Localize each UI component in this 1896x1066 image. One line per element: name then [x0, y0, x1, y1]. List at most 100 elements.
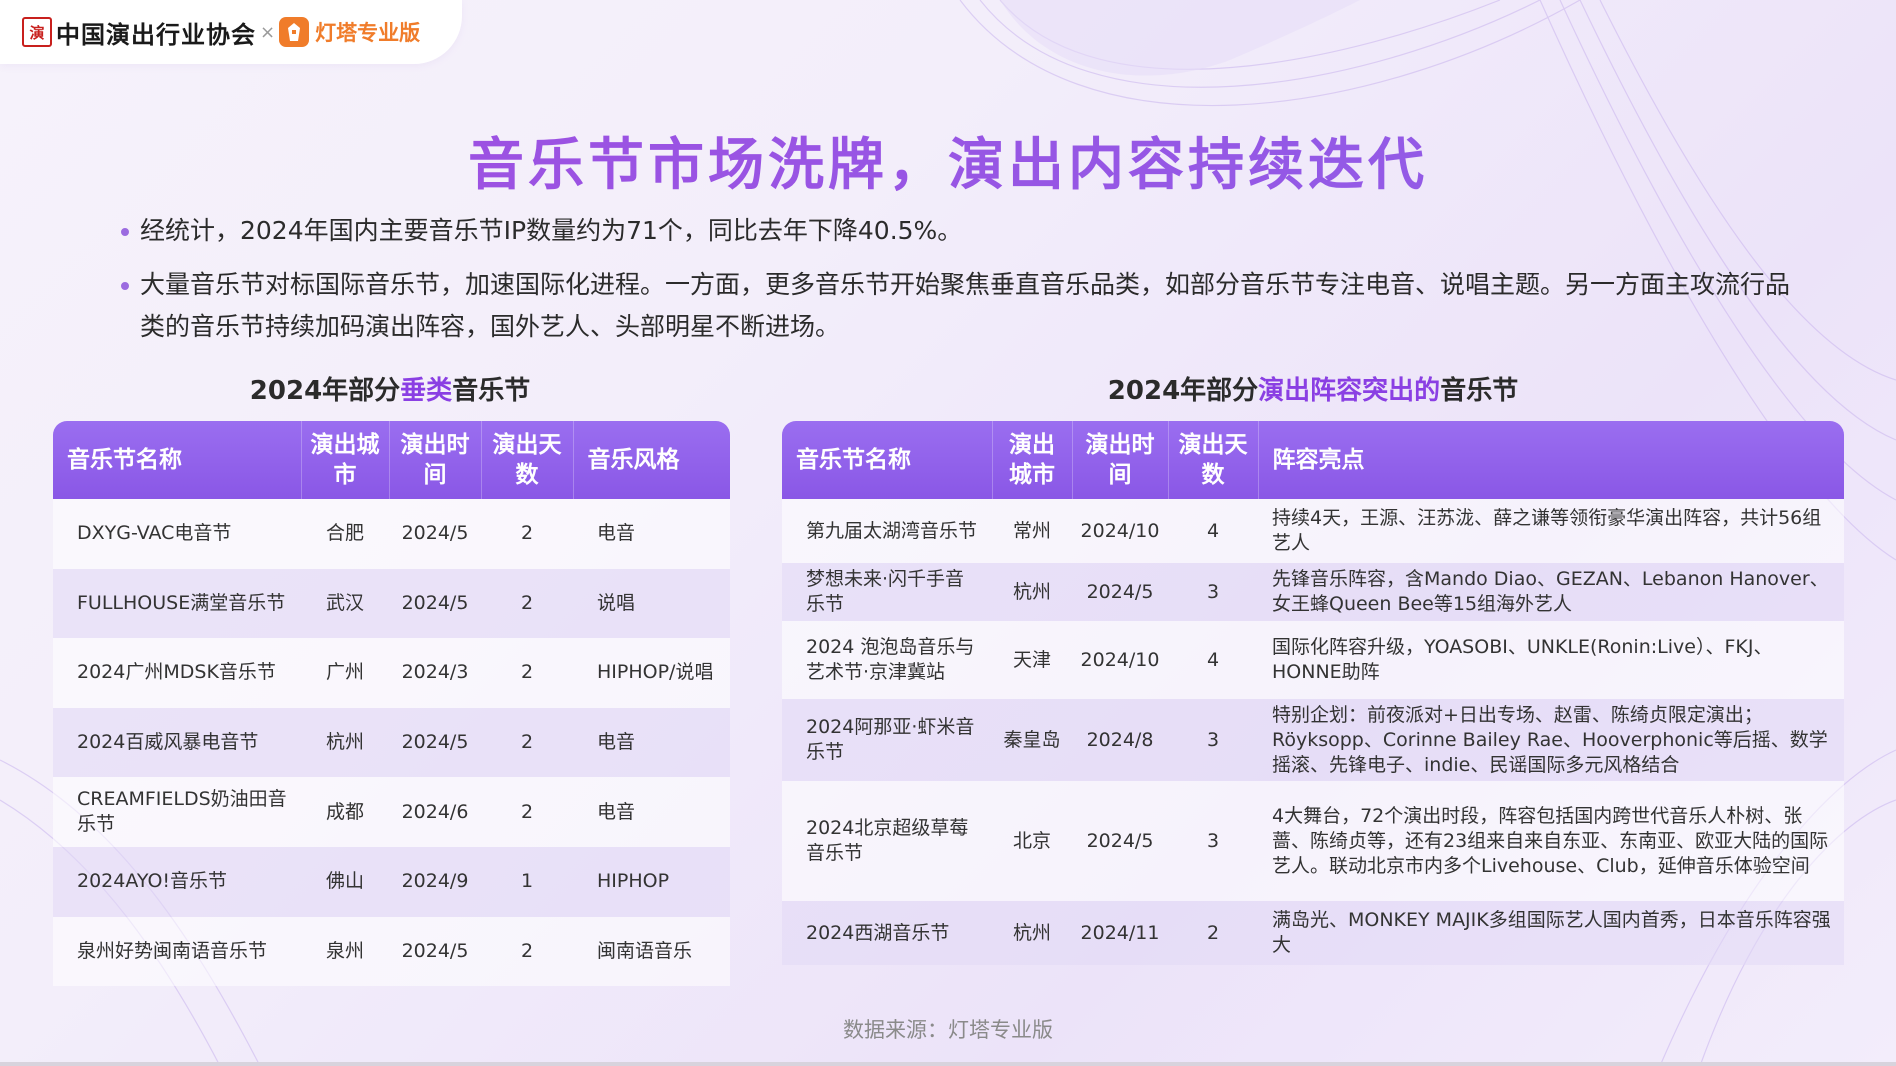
data-source-note: 数据来源：灯塔专业版 — [843, 1018, 1053, 1042]
cell-date: 2024/8 — [1072, 699, 1168, 781]
left-table-subtitle: 2024年部分垂类音乐节 — [249, 376, 531, 406]
subtitle-highlight: 演出阵容突出的 — [1258, 376, 1441, 406]
cell-city: 泉州 — [301, 916, 389, 987]
cell-date: 2024/5 — [1072, 781, 1168, 901]
cell-detail: HIPHOP — [573, 846, 730, 917]
cell-date: 2024/10 — [1072, 621, 1168, 699]
table-row: 2024AYO!音乐节 佛山 2024/9 1 HIPHOP — [53, 846, 730, 917]
cell-city: 秦皇岛 — [992, 699, 1072, 781]
table-row: 2024北京超级草莓音乐节 北京 2024/5 3 4大舞台，72个演出时段，阵容包括国… — [782, 781, 1844, 901]
cell-date: 2024/10 — [1072, 499, 1168, 563]
table-row: 2024阿那亚·虾米音乐节 秦皇岛 2024/8 3 特别企划：前夜派对+日出专场、赵雷… — [782, 699, 1844, 781]
cell-detail: 电音 — [573, 707, 730, 778]
table-row: 2024 泡泡岛音乐与艺术节·京津冀站 天津 2024/10 4 国际化阵容升级，YOA… — [782, 621, 1844, 699]
header-genre: 音乐风格 — [573, 421, 730, 499]
cell-days: 4 — [1168, 499, 1258, 563]
cell-city: 成都 — [301, 777, 389, 847]
cell-days: 2 — [481, 499, 573, 569]
cell-detail: 先锋音乐阵容，含Mando Diao、GEZAN、Lebanon Hanover… — [1258, 563, 1844, 621]
header-city: 演出城市 — [992, 421, 1073, 499]
cell-days: 2 — [481, 568, 573, 639]
cell-date: 2024/11 — [1072, 901, 1168, 965]
cell-city: 杭州 — [992, 563, 1072, 621]
table-row: 梦想未来·闪千手音乐节 杭州 2024/5 3 先锋音乐阵容，含Mando Diao、G… — [782, 563, 1844, 621]
cell-detail: 电音 — [573, 499, 730, 569]
cell-festival-name: 梦想未来·闪千手音乐节 — [782, 563, 992, 621]
subtitle-highlight: 垂类 — [400, 376, 453, 406]
cell-days: 2 — [1168, 901, 1258, 965]
header-date: 演出时间 — [1072, 421, 1169, 499]
header-festival-name: 音乐节名称 — [782, 421, 993, 499]
cell-detail: 4大舞台，72个演出时段，阵容包括国内跨世代音乐人朴树、张蔷、陈绮贞等，还有23… — [1258, 781, 1844, 901]
cell-festival-name: 第九届太湖湾音乐节 — [782, 499, 992, 563]
association-seal-icon: 演 — [22, 17, 52, 47]
bullet-list: 经统计，2024年国内主要音乐节IP数量约为71个，同比去年下降40.5%。 大… — [118, 210, 1798, 360]
right-table-subtitle: 2024年部分演出阵容突出的音乐节 — [1107, 376, 1519, 406]
cell-detail: 持续4天，王源、汪苏泷、薛之谦等领衔豪华演出阵容，共计56组艺人 — [1258, 499, 1844, 563]
cell-date: 2024/9 — [389, 846, 481, 917]
cell-festival-name: 2024广州MDSK音乐节 — [53, 638, 301, 708]
header-days: 演出天数 — [1168, 421, 1259, 499]
cell-date: 2024/5 — [1072, 563, 1168, 621]
cell-city: 天津 — [992, 621, 1072, 699]
cell-days: 1 — [481, 846, 573, 917]
cell-detail: 满岛光、MONKEY MAJIK多组国际艺人国内首秀，日本音乐阵容强大 — [1258, 901, 1844, 965]
cell-detail: HIPHOP/说唱 — [573, 638, 730, 708]
cell-date: 2024/5 — [389, 499, 481, 569]
cell-festival-name: 2024AYO!音乐节 — [53, 846, 301, 917]
bottom-divider — [0, 1062, 1896, 1066]
cell-days: 4 — [1168, 621, 1258, 699]
cell-city: 杭州 — [992, 901, 1072, 965]
cell-date: 2024/5 — [389, 568, 481, 639]
cell-date: 2024/5 — [389, 707, 481, 778]
cell-city: 广州 — [301, 638, 389, 708]
bullet-item: 大量音乐节对标国际音乐节，加速国际化进程。一方面，更多音乐节开始聚焦垂直音乐品类… — [118, 264, 1798, 348]
cell-festival-name: 2024西湖音乐节 — [782, 901, 992, 965]
cell-city: 佛山 — [301, 846, 389, 917]
cross-separator: × — [260, 21, 276, 43]
cell-days: 3 — [1168, 699, 1258, 781]
table-row: 2024广州MDSK音乐节 广州 2024/3 2 HIPHOP/说唱 — [53, 638, 730, 708]
table-row: 第九届太湖湾音乐节 常州 2024/10 4 持续4天，王源、汪苏泷、薛之谦等领衔豪华演… — [782, 499, 1844, 563]
cell-city: 常州 — [992, 499, 1072, 563]
cell-days: 3 — [1168, 563, 1258, 621]
table-row: FULLHOUSE满堂音乐节 武汉 2024/5 2 说唱 — [53, 568, 730, 639]
cell-days: 3 — [1168, 781, 1258, 901]
cell-days: 2 — [481, 707, 573, 778]
lighthouse-icon — [279, 17, 310, 47]
cell-detail: 特别企划：前夜派对+日出专场、赵雷、陈绮贞限定演出；Röyksopp、Corin… — [1258, 699, 1844, 781]
header-festival-name: 音乐节名称 — [53, 421, 302, 499]
cell-festival-name: 2024北京超级草莓音乐节 — [782, 781, 992, 901]
cell-city: 合肥 — [301, 499, 389, 569]
cell-detail: 电音 — [573, 777, 730, 847]
header-city: 演出城市 — [301, 421, 390, 499]
bullet-item: 经统计，2024年国内主要音乐节IP数量约为71个，同比去年下降40.5%。 — [118, 210, 1798, 252]
lineup-festival-table: 音乐节名称 演出城市 演出时间 演出天数 阵容亮点 第九届太湖湾音乐节 常州 202… — [782, 421, 1844, 965]
cell-detail: 国际化阵容升级，YOASOBI、UNKLE(Ronin:Live）、FKJ、HO… — [1258, 621, 1844, 699]
cell-city: 武汉 — [301, 568, 389, 639]
cell-festival-name: 泉州好势闽南语音乐节 — [53, 916, 301, 987]
cell-festival-name: 2024百威风暴电音节 — [53, 707, 301, 778]
cell-date: 2024/3 — [389, 638, 481, 708]
cell-festival-name: DXYG-VAC电音节 — [53, 499, 301, 569]
association-name: 中国演出行业协会 — [56, 19, 256, 49]
cell-detail: 闽南语音乐 — [573, 916, 730, 987]
cell-festival-name: CREAMFIELDS奶油田音乐节 — [53, 777, 301, 847]
table-row: 2024西湖音乐节 杭州 2024/11 2 满岛光、MONKEY MAJIK多组国际艺… — [782, 901, 1844, 965]
partner-name: 灯塔专业版 — [315, 21, 421, 45]
cell-days: 2 — [481, 638, 573, 708]
cell-date: 2024/5 — [389, 916, 481, 987]
page-title: 音乐节市场洗牌，演出内容持续迭代 — [0, 120, 1896, 201]
header-date: 演出时间 — [389, 421, 482, 499]
table-row: DXYG-VAC电音节 合肥 2024/5 2 电音 — [53, 499, 730, 569]
cell-days: 2 — [481, 777, 573, 847]
table-header-row: 音乐节名称 演出城市 演出时间 演出天数 音乐风格 — [53, 421, 730, 499]
cell-city: 杭州 — [301, 707, 389, 778]
cell-festival-name: 2024 泡泡岛音乐与艺术节·京津冀站 — [782, 621, 992, 699]
cell-festival-name: 2024阿那亚·虾米音乐节 — [782, 699, 992, 781]
header-lineup-highlight: 阵容亮点 — [1258, 421, 1844, 499]
cell-city: 北京 — [992, 781, 1072, 901]
header-days: 演出天数 — [481, 421, 574, 499]
vertical-festival-table: 音乐节名称 演出城市 演出时间 演出天数 音乐风格 DXYG-VAC电音节 合肥 2… — [53, 421, 730, 987]
table-row: CREAMFIELDS奶油田音乐节 成都 2024/6 2 电音 — [53, 777, 730, 847]
